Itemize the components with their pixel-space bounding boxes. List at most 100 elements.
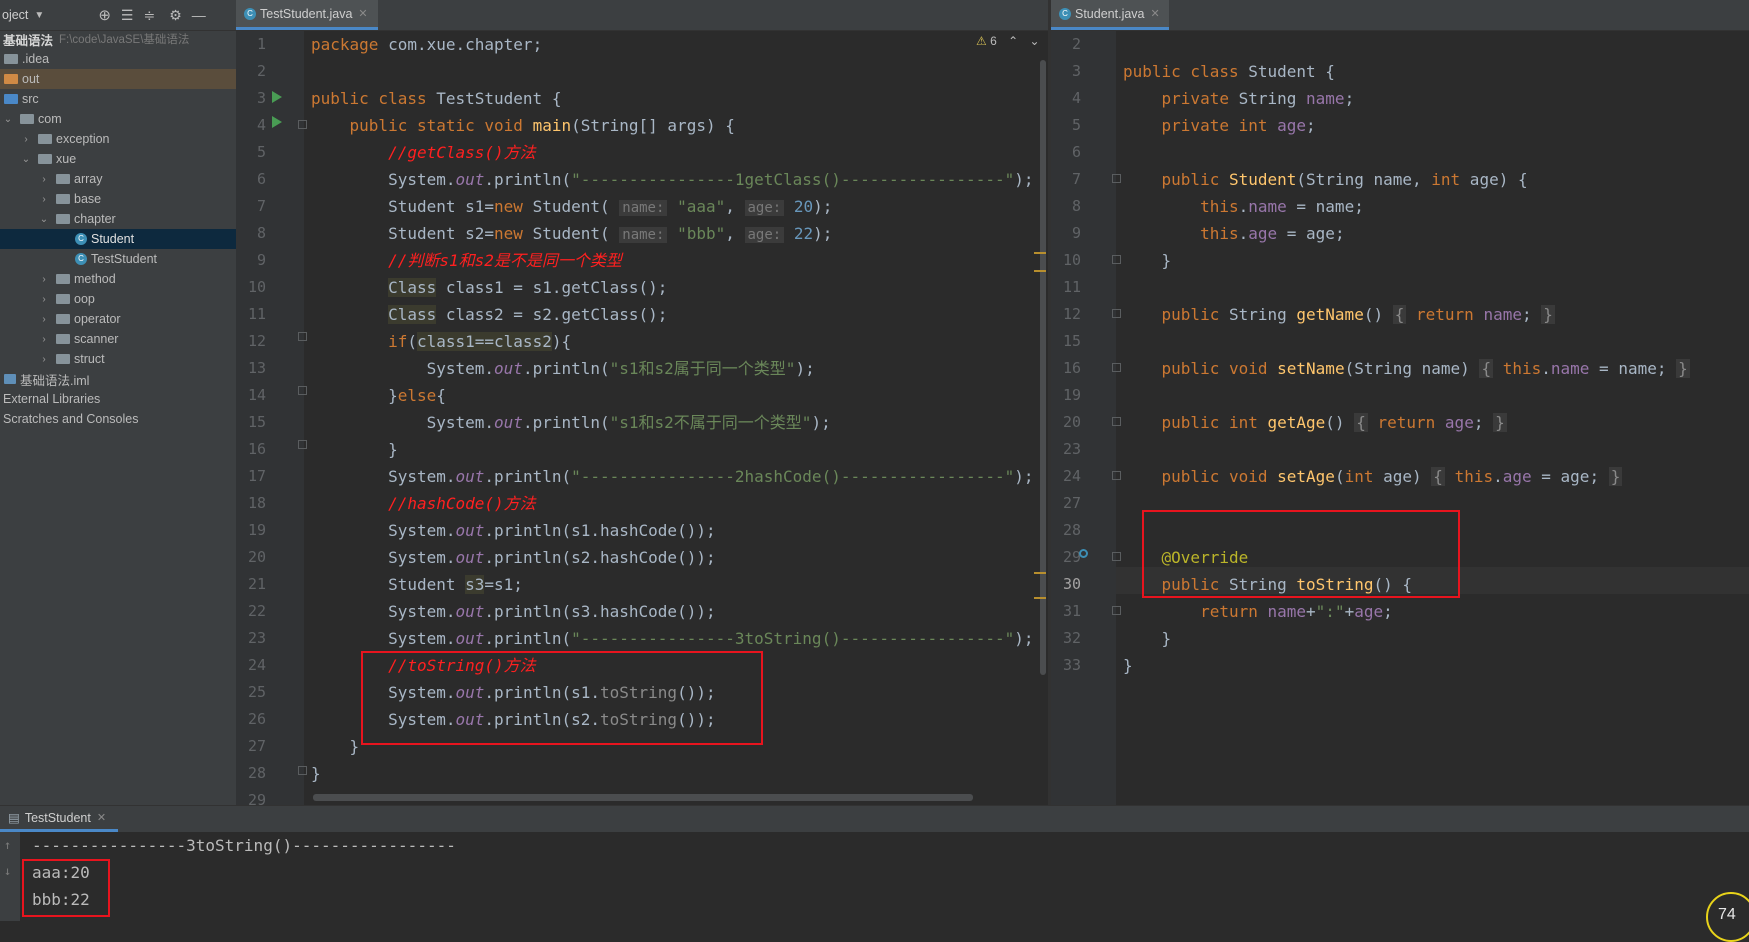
line-number: 16 [1062,359,1081,377]
tab-teststudent[interactable]: C TestStudent.java ✕ [236,0,378,30]
tree-item-method[interactable]: › method [0,269,236,289]
warning-indicator[interactable]: ⚠ 6 ⌃ ⌄ [976,34,1040,48]
collapse-all-icon[interactable]: ≑ [143,7,155,24]
chevron-down-icon[interactable]: ⌄ [20,154,32,165]
package-icon [56,174,70,184]
package-icon [56,214,70,224]
line-number: 20 [1062,413,1081,431]
tree-item-array[interactable]: › array [0,169,236,189]
memory-badge[interactable]: 74 [1706,892,1749,942]
tree-item-label: operator [74,312,121,326]
close-icon[interactable]: ✕ [97,811,106,824]
tree-item-operator[interactable]: › operator [0,309,236,329]
run-icon[interactable] [272,91,282,103]
fold-marker[interactable] [298,440,307,449]
chevron-right-icon[interactable]: › [38,174,50,185]
line-number: 32 [1062,629,1081,647]
close-icon[interactable]: ✕ [1151,7,1160,20]
tree-item-xue[interactable]: ⌄ xue [0,149,236,169]
chevron-down-icon[interactable]: ⌄ [38,214,50,225]
tab-run-teststudent[interactable]: ▤ TestStudent ✕ [0,806,118,832]
chevron-up-icon[interactable]: ⌃ [1008,34,1018,48]
right-code-area[interactable]: public class Student { private String na… [1123,31,1749,801]
class-icon: C [75,233,87,245]
code-line: Student s1=new Student( name: "aaa", age… [311,197,833,216]
fold-marker[interactable] [1112,606,1121,615]
chevron-right-icon[interactable]: › [38,334,50,345]
chevron-right-icon[interactable]: › [38,294,50,305]
code-line: //getClass()方法 [388,143,536,162]
fold-marker[interactable] [1112,255,1121,264]
chevron-right-icon[interactable]: › [38,194,50,205]
tree-item-idea[interactable]: .idea [0,49,236,69]
fold-marker[interactable] [298,120,307,129]
chevron-right-icon[interactable]: › [38,354,50,365]
left-scrollbar-thumb[interactable] [1040,60,1046,675]
tree-item-oop[interactable]: › oop [0,289,236,309]
line-number: 20 [247,548,266,566]
tree-item-chapter[interactable]: ⌄ chapter [0,209,236,229]
tree-item-teststudent[interactable]: C TestStudent [0,249,236,269]
minimize-icon[interactable]: — [192,7,206,23]
override-marker-icon[interactable] [1079,549,1088,558]
fold-marker[interactable] [1112,309,1121,318]
chevron-right-icon[interactable]: › [20,134,32,145]
source-folder-icon [4,94,18,104]
fold-marker[interactable] [1112,174,1121,183]
run-console[interactable]: ↑ ↓ ----------------3toString()---------… [0,832,1749,942]
fold-marker[interactable] [298,766,307,775]
project-panel-header: oject ▼ ⊕ ☰ ≑ ⚙ — [0,0,236,31]
line-number: 27 [247,737,266,755]
code-line: this.age = age; [1200,224,1345,243]
tree-item-iml[interactable]: 基础语法.iml [0,369,236,389]
line-number: 26 [247,710,266,728]
fold-marker[interactable] [1112,471,1121,480]
tree-item-label: External Libraries [3,392,101,406]
gear-icon[interactable]: ⚙ [169,7,182,24]
line-number: 23 [247,629,266,647]
chevron-right-icon[interactable]: › [38,314,50,325]
close-icon[interactable]: ✕ [358,7,367,20]
tree-item-label: Student [91,232,135,246]
chevron-down-icon[interactable]: ⌄ [2,114,14,125]
tree-item-out[interactable]: out [0,69,236,89]
highlight-box [1142,510,1460,598]
tree-item-com[interactable]: ⌄ com [0,109,236,129]
badge-value: 74 [1718,906,1736,923]
fold-marker[interactable] [298,332,307,341]
tab-student[interactable]: C Student.java ✕ [1051,0,1169,30]
fold-marker[interactable] [298,386,307,395]
chevron-right-icon[interactable]: › [38,274,50,285]
tree-item-label: com [38,112,62,126]
tree-item-external-libraries[interactable]: External Libraries [0,389,236,409]
run-icon[interactable] [272,116,282,128]
fold-marker[interactable] [1112,417,1121,426]
code-line: public class TestStudent { [311,89,562,108]
line-number: 5 [1071,116,1081,134]
arrow-up-icon[interactable]: ↑ [4,838,11,852]
arrow-down-icon[interactable]: ↓ [4,864,11,878]
folder-icon [4,74,18,84]
tree-item-struct[interactable]: › struct [0,349,236,369]
locate-icon[interactable]: ⊕ [98,6,111,24]
package-icon [38,154,52,164]
tree-item-student[interactable]: C Student [0,229,236,249]
tab-label: TestStudent.java [260,6,353,21]
tree-item-exception[interactable]: › exception [0,129,236,149]
tree-item-src[interactable]: src [0,89,236,109]
fold-marker[interactable] [1112,363,1121,372]
package-icon [56,354,70,364]
tree-item-base[interactable]: › base [0,189,236,209]
tree-item-scratches[interactable]: Scratches and Consoles [0,409,236,429]
code-line: System.out.println(s3.hashCode()); [311,602,716,621]
tree-root[interactable]: 基础语法 F:\code\JavaSE\基础语法 [0,29,236,49]
code-line: public String getName() { return name; } [1161,305,1555,324]
chevron-down-icon[interactable]: ▼ [34,10,44,21]
left-hscrollbar-thumb[interactable] [313,794,973,801]
class-icon: C [1059,7,1071,20]
expand-all-icon[interactable]: ☰ [121,7,134,24]
fold-marker[interactable] [1112,552,1121,561]
tree-item-scanner[interactable]: › scanner [0,329,236,349]
project-panel-title[interactable]: oject [2,8,28,22]
line-number: 1 [256,35,266,53]
